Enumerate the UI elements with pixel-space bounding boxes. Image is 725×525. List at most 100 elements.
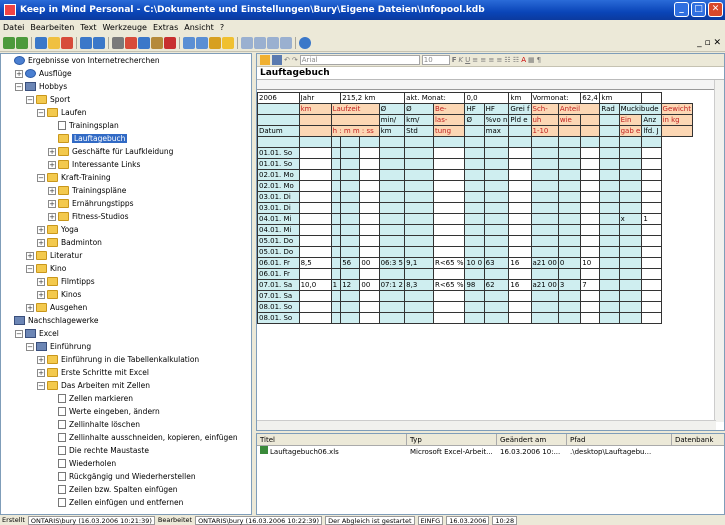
sheet-cell[interactable] (508, 301, 532, 313)
sheet-cell[interactable]: R<65 % (432, 279, 466, 291)
sheet-cell[interactable] (508, 191, 532, 203)
sheet-cell[interactable] (599, 290, 620, 302)
sheet-cell[interactable] (483, 213, 510, 225)
sheet-cell[interactable] (557, 191, 582, 203)
sheet-cell[interactable]: 06.01. Fr (257, 268, 300, 280)
sheet-cell[interactable]: a21 00 (530, 279, 559, 291)
search-icon[interactable] (196, 37, 208, 49)
sheet-cell[interactable]: 8,3 (404, 279, 434, 291)
sheet-cell[interactable] (483, 191, 510, 203)
sheet-cell[interactable]: 63 (483, 257, 510, 269)
sheet-cell[interactable] (599, 114, 620, 126)
sheet-cell[interactable] (530, 158, 559, 170)
sheet-cell[interactable] (530, 169, 559, 181)
sheet-cell[interactable] (530, 301, 559, 313)
sheet-cell[interactable]: 2006 (257, 92, 300, 104)
sheet-cell[interactable] (298, 169, 332, 181)
sheet-cell[interactable] (464, 268, 485, 280)
sheet-row[interactable]: 01.01. So (257, 158, 693, 170)
sheet-cell[interactable] (641, 301, 662, 313)
sheet-cell[interactable] (557, 213, 582, 225)
tree-item[interactable]: + Literatur (26, 250, 82, 261)
sheet-cell[interactable] (378, 246, 406, 258)
sheet-cell[interactable] (359, 268, 380, 280)
sheet-cell[interactable] (404, 191, 434, 203)
sheet-cell[interactable]: 62 (483, 279, 510, 291)
sheet-cell[interactable] (618, 147, 643, 159)
sheet-cell[interactable] (618, 312, 643, 324)
sheet-cell[interactable] (618, 224, 643, 236)
sheet-row[interactable]: 2006 Jahr 215,2 km akt. Monat: 0,0 km Vormonat… (257, 92, 693, 104)
tree-item[interactable]: + Trainingspläne (48, 185, 126, 196)
sheet-cell[interactable] (340, 301, 361, 313)
sheet-cell[interactable]: Sch- (530, 103, 559, 115)
sheet-cell[interactable] (618, 202, 643, 214)
sheet-cell[interactable] (432, 191, 466, 203)
sheet-cell[interactable] (580, 114, 601, 126)
tree-item[interactable]: − Excel (15, 328, 59, 339)
sheet-cell[interactable] (530, 136, 559, 148)
sheet-cell[interactable] (483, 169, 510, 181)
tree-item[interactable]: Zellinhalte löschen (48, 419, 140, 430)
sheet-cell[interactable]: 05.01. Do (257, 235, 300, 247)
sheet-cell[interactable] (599, 136, 620, 148)
sheet-cell[interactable] (378, 224, 406, 236)
tree-item[interactable]: + Filmtipps (37, 276, 95, 287)
sheet-cell[interactable] (340, 191, 361, 203)
sheet-cell[interactable] (530, 268, 559, 280)
sheet-cell[interactable]: Anz (641, 114, 662, 126)
sheet-cell[interactable] (530, 202, 559, 214)
maximize-button[interactable]: □ (691, 2, 706, 17)
sheet-cell[interactable] (340, 235, 361, 247)
sheet-cell[interactable] (378, 213, 406, 225)
sheet-cell[interactable] (641, 202, 662, 214)
expand-toggle-icon[interactable]: + (37, 277, 45, 286)
tree-item[interactable]: Rückgängig und Wiederherstellen (48, 471, 196, 482)
sheet-cell[interactable] (359, 147, 380, 159)
sheet-cell[interactable] (599, 213, 620, 225)
move-down-icon[interactable] (93, 37, 105, 49)
expand-toggle-icon[interactable]: + (37, 238, 45, 247)
sheet-cell[interactable]: R<65 % (432, 257, 466, 269)
menu-extras[interactable]: Extras (153, 23, 178, 32)
sheet-cell[interactable] (580, 301, 601, 313)
expand-toggle-icon[interactable]: − (37, 381, 45, 390)
sheet-cell[interactable] (432, 246, 466, 258)
sheet-cell[interactable] (340, 246, 361, 258)
tree-item[interactable]: + Ausflüge (15, 68, 72, 79)
sheet-cell[interactable] (641, 147, 662, 159)
sheet-cell[interactable]: 01.01. So (257, 147, 300, 159)
sheet-cell[interactable] (557, 125, 582, 137)
back-icon[interactable] (3, 37, 15, 49)
sheet-cell[interactable]: 08.01. So (257, 301, 300, 313)
sheet-cell[interactable]: min/ (378, 114, 406, 126)
sheet-cell[interactable]: HF (464, 103, 485, 115)
sheet-cell[interactable] (580, 202, 601, 214)
tree-item[interactable]: + Ernährungstipps (48, 198, 134, 209)
sheet-cell[interactable]: 10,0 (298, 279, 332, 291)
sheet-cell[interactable] (404, 246, 434, 258)
sheet-cell[interactable] (483, 224, 510, 236)
sheet-cell[interactable] (330, 114, 380, 126)
sheet-cell[interactable]: km (508, 92, 532, 104)
sheet-cell[interactable] (599, 147, 620, 159)
sheet-cell[interactable] (432, 169, 466, 181)
sheet-cell[interactable]: 02.01. Mo (257, 169, 300, 181)
sheet-cell[interactable] (618, 290, 643, 302)
sheet-cell[interactable]: 215,2 km (340, 92, 406, 104)
sheet-cell[interactable] (641, 224, 662, 236)
sheet-cell[interactable]: tung (432, 125, 466, 137)
sheet-cell[interactable] (508, 312, 532, 324)
bold-icon[interactable]: F (452, 56, 457, 64)
sheet-cell[interactable] (508, 213, 532, 225)
sheet-cell[interactable] (378, 136, 406, 148)
expand-toggle-icon[interactable]: − (37, 108, 45, 117)
sheet-cell[interactable] (298, 290, 332, 302)
sheet-cell[interactable] (330, 257, 342, 269)
sheet-cell[interactable] (618, 246, 643, 258)
sheet-cell[interactable] (330, 180, 342, 192)
sheet-cell[interactable] (464, 125, 485, 137)
sheet-cell[interactable]: Laufzeit (330, 103, 380, 115)
sheet-cell[interactable] (330, 158, 342, 170)
sheet-cell[interactable] (340, 268, 361, 280)
